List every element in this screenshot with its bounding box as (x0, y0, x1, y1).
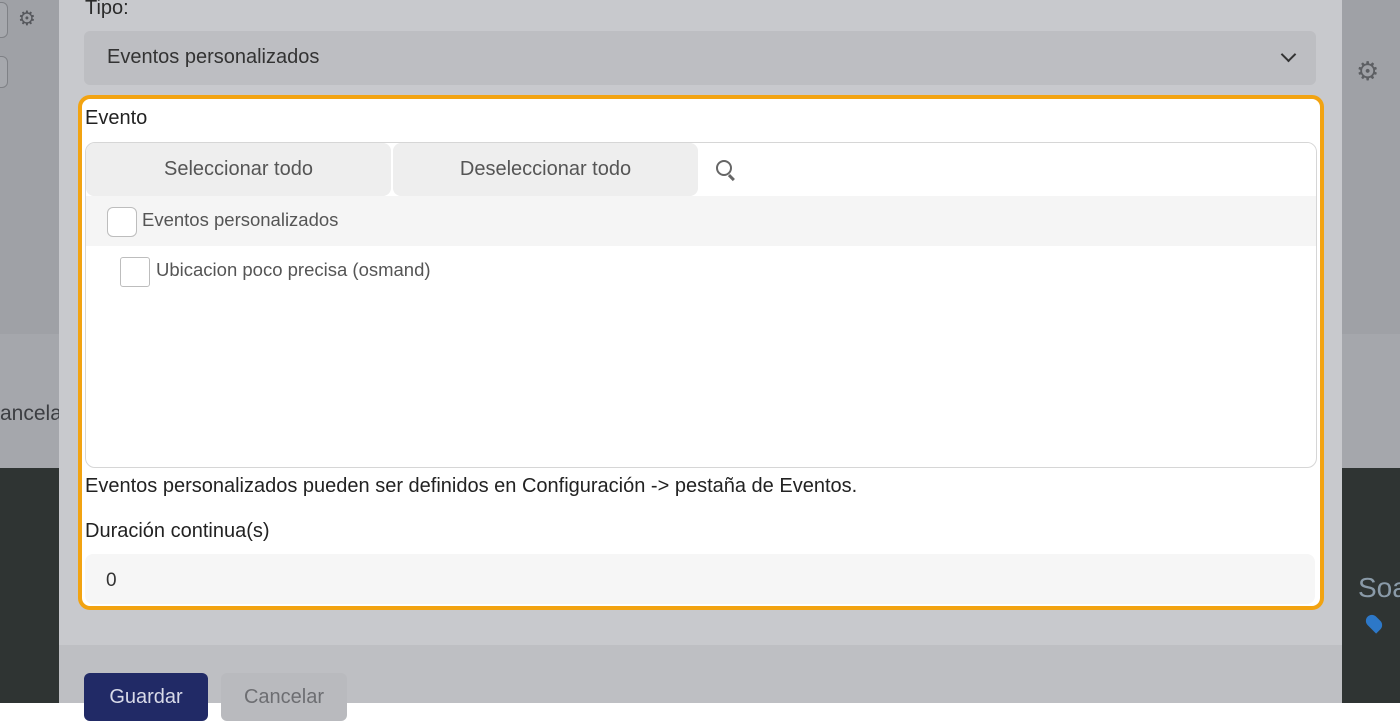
type-label: Tipo: (85, 0, 129, 19)
event-help-text: Eventos personalizados pueden ser defini… (85, 475, 858, 497)
event-tree-select: Seleccionar todo Deseleccionar todo Even… (85, 142, 1317, 468)
type-select[interactable]: Eventos personalizados (84, 31, 1316, 85)
tree-group-row[interactable]: Eventos personalizados (86, 196, 1316, 246)
select-all-button[interactable]: Seleccionar todo (86, 143, 391, 196)
gear-icon: ⚙ (1356, 56, 1380, 86)
group-checkbox[interactable] (107, 207, 137, 237)
item-label: Ubicacion poco precisa (osmand) (156, 259, 431, 280)
cancel-button[interactable]: Cancelar (221, 673, 347, 721)
deselect-all-button[interactable]: Deseleccionar todo (393, 143, 698, 196)
group-label: Eventos personalizados (142, 209, 339, 230)
event-label: Evento (85, 107, 148, 129)
background-toolbar-control (0, 2, 8, 38)
save-button[interactable]: Guardar (84, 673, 208, 721)
event-settings-panel: Evento Seleccionar todo Deseleccionar to… (78, 95, 1324, 610)
event-search-input[interactable] (700, 143, 1316, 196)
background-input-control (0, 56, 8, 88)
gears-icon: ⚙ (18, 8, 36, 30)
duration-label: Duración continua(s) (85, 520, 270, 542)
background-cancel-text: ancela (0, 402, 62, 425)
map-place-label: Soa (1358, 572, 1400, 603)
duration-input[interactable]: 0 (85, 554, 1315, 604)
search-icon (716, 160, 732, 176)
tree-item-row[interactable]: Ubicacion poco precisa (osmand) (86, 246, 1316, 296)
duration-value: 0 (106, 570, 117, 591)
type-select-value: Eventos personalizados (107, 46, 320, 68)
chevron-down-icon (1280, 46, 1297, 63)
item-checkbox[interactable] (120, 257, 150, 287)
notification-dialog: Tipo: Eventos personalizados Evento Sele… (59, 0, 1342, 721)
